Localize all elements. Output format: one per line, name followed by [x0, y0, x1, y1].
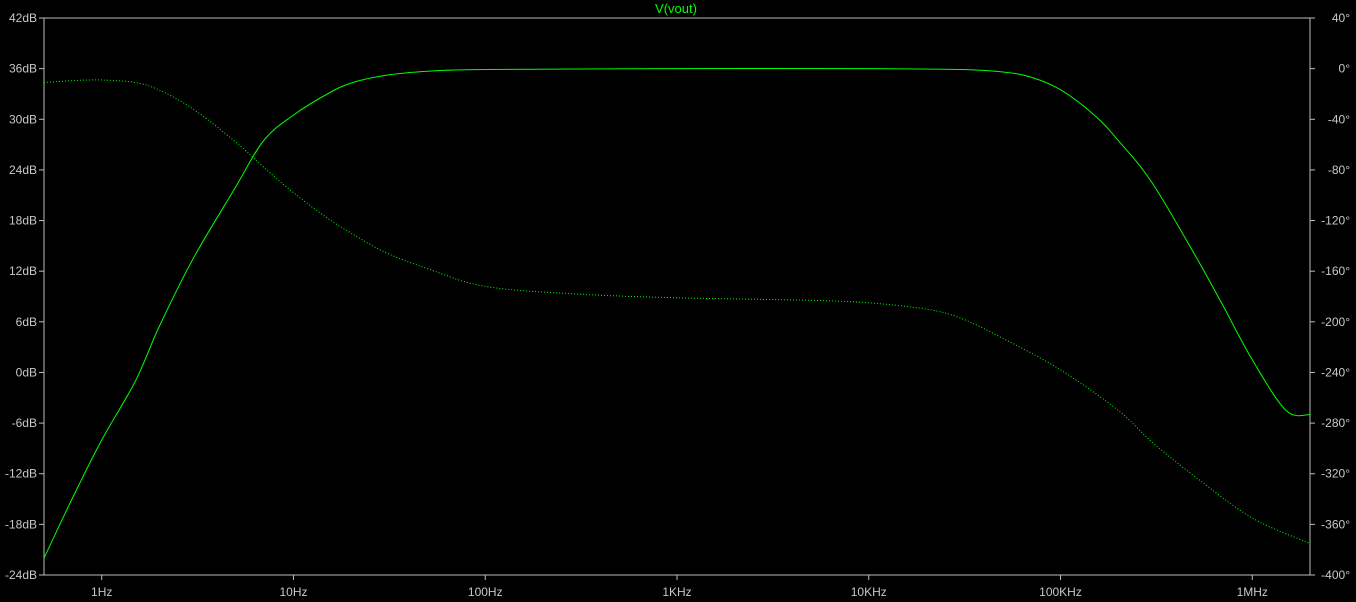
x-tick-label: 1MHz [1237, 585, 1268, 599]
x-tick-label: 10KHz [851, 585, 887, 599]
right-tick-label: -240° [1321, 365, 1350, 379]
x-tick-label: 10Hz [279, 585, 307, 599]
plot-background [0, 0, 1356, 602]
bode-plot: V(vout) 42dB 36dB 30dB 24dB 18dB 12dB 6dB 0dB -6… [0, 0, 1356, 602]
left-tick-label: -24dB [5, 568, 37, 582]
right-tick-label: -280° [1321, 416, 1350, 430]
x-tick-label: 100Hz [468, 585, 503, 599]
x-tick-label: 100KHz [1039, 585, 1082, 599]
right-tick-label: 0° [1339, 62, 1351, 76]
left-tick-label: 30dB [9, 112, 37, 126]
left-tick-label: 12dB [9, 264, 37, 278]
right-tick-label: -80° [1328, 163, 1350, 177]
left-tick-label: 18dB [9, 214, 37, 228]
right-tick-label: -360° [1321, 517, 1350, 531]
right-tick-label: -160° [1321, 264, 1350, 278]
left-tick-label: -12dB [5, 467, 37, 481]
left-tick-label: 6dB [16, 315, 37, 329]
right-tick-label: -320° [1321, 467, 1350, 481]
left-tick-label: 0dB [16, 365, 37, 379]
right-tick-label: 40° [1332, 11, 1350, 25]
right-tick-label: -40° [1328, 112, 1350, 126]
right-tick-label: -120° [1321, 214, 1350, 228]
right-tick-label: -200° [1321, 315, 1350, 329]
left-tick-label: 24dB [9, 163, 37, 177]
x-tick-label: 1Hz [91, 585, 112, 599]
right-tick-label: -400° [1321, 568, 1350, 582]
left-tick-label: -6dB [12, 416, 37, 430]
left-tick-label: 42dB [9, 11, 37, 25]
chart-title: V(vout) [655, 1, 697, 16]
left-tick-label: 36dB [9, 62, 37, 76]
x-tick-label: 1KHz [662, 585, 691, 599]
left-tick-label: -18dB [5, 517, 37, 531]
